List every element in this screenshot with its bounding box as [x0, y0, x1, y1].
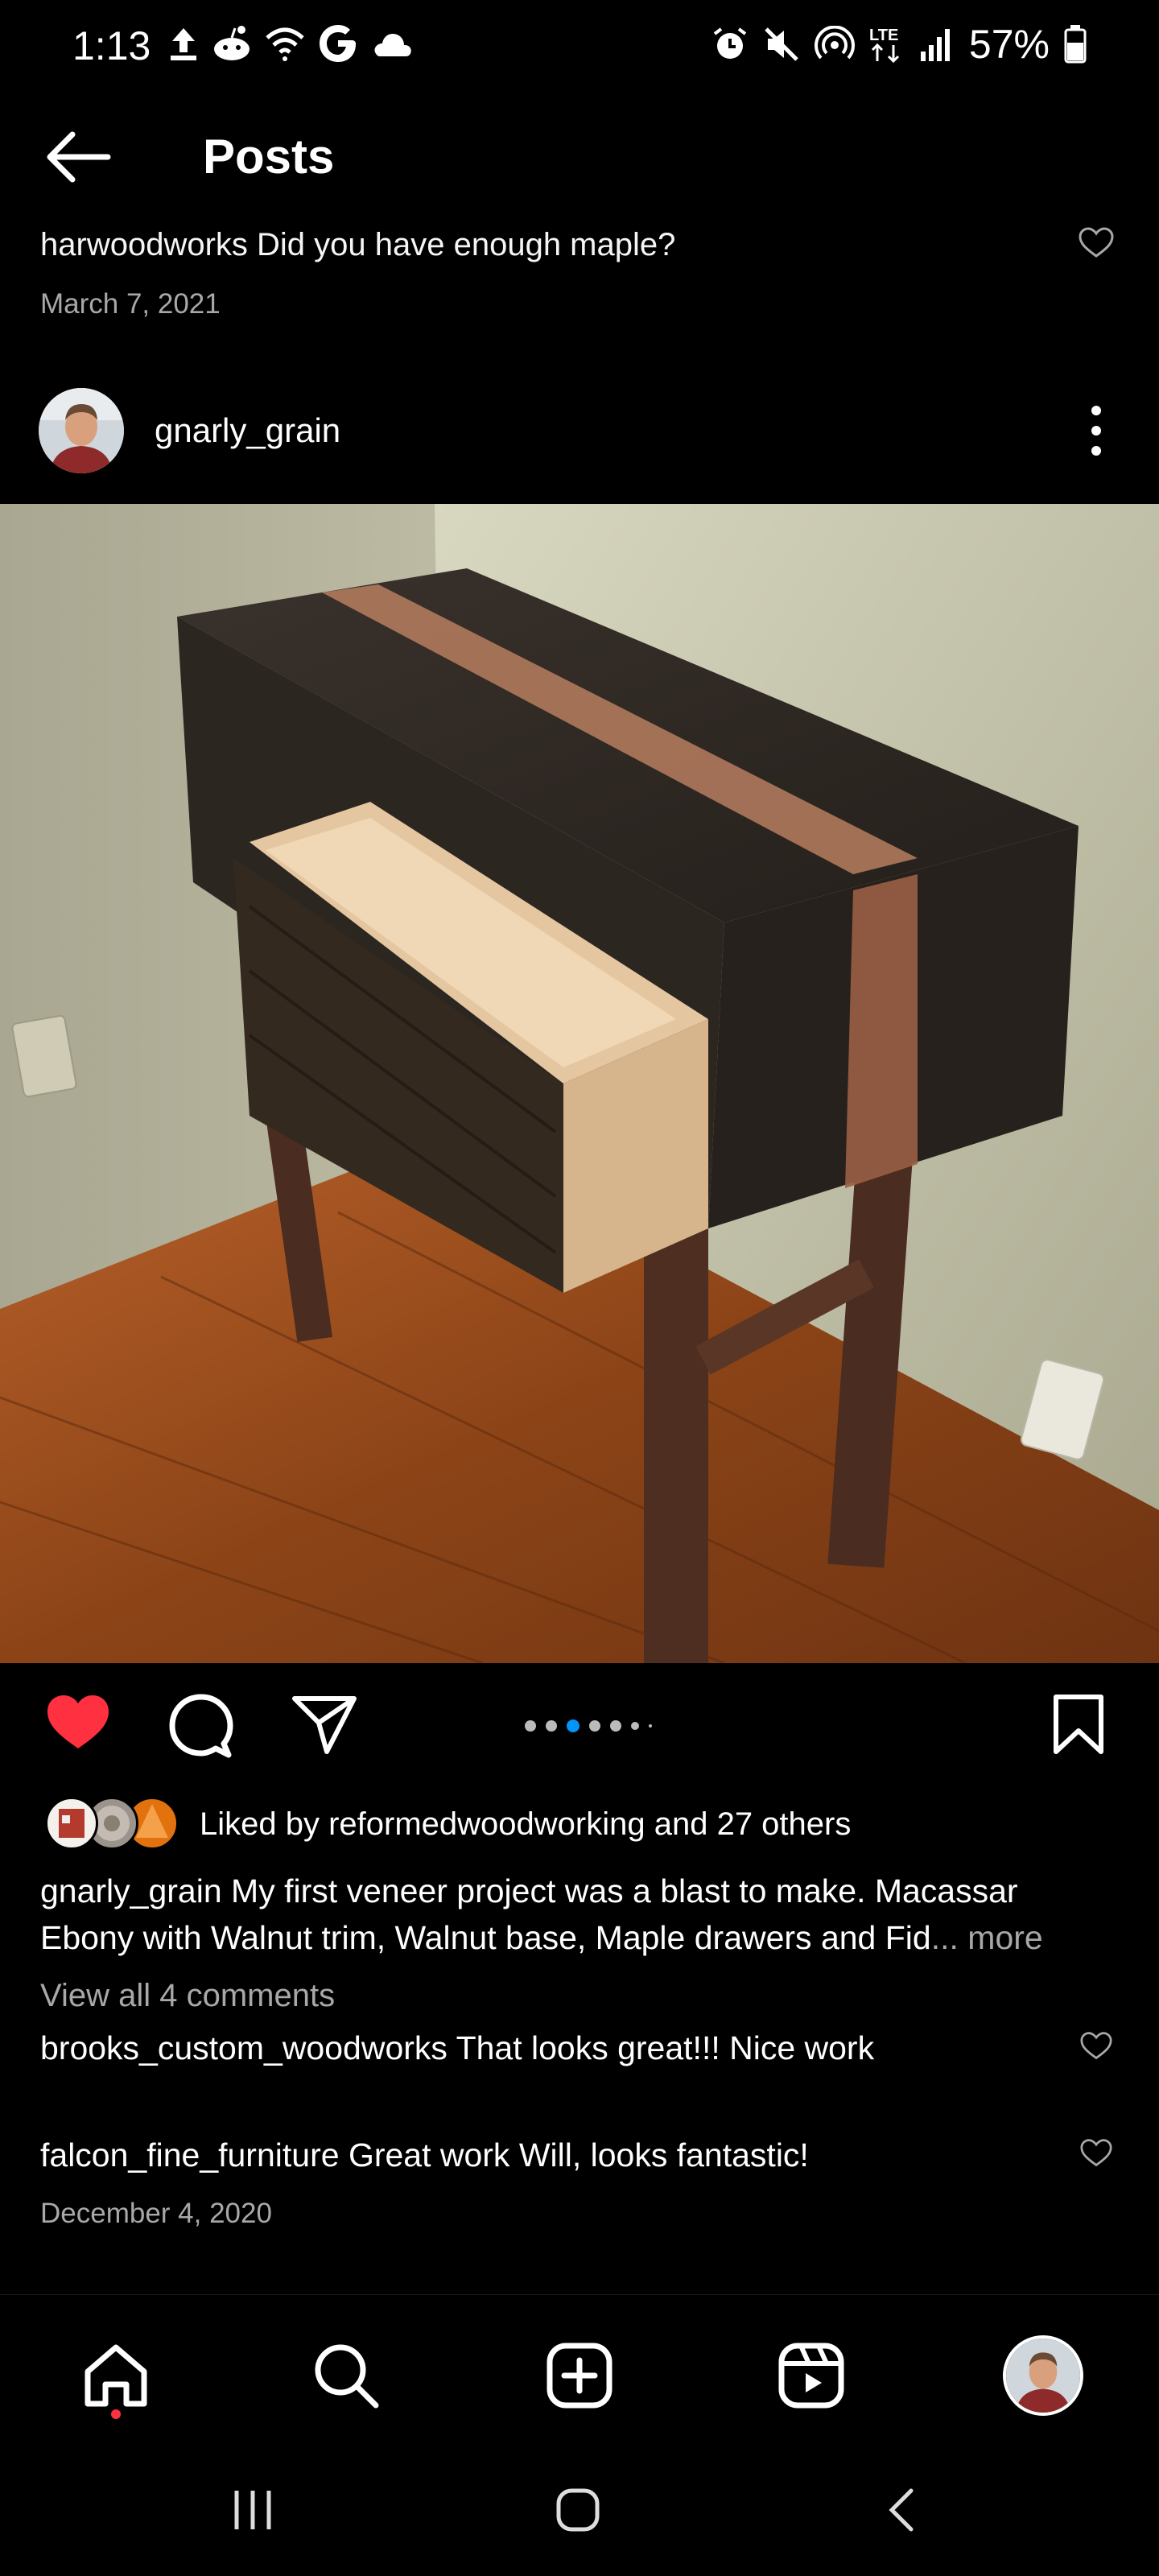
comment-bubble-icon: [169, 1694, 233, 1758]
table-photo: [0, 504, 1159, 1663]
caption-username[interactable]: gnarly_grain: [40, 1872, 222, 1909]
nav-search[interactable]: [306, 2335, 386, 2416]
nav-home[interactable]: [76, 2335, 156, 2416]
reddit-icon: [214, 26, 250, 60]
status-bar: 1:13 LTE 57%: [0, 0, 1159, 97]
search-icon: [315, 2344, 379, 2409]
heart-outline-icon: [1079, 227, 1114, 258]
battery-percent: 57%: [968, 22, 1050, 67]
post-options-button[interactable]: [1079, 402, 1114, 459]
comment-row: brooks_custom_woodworks That looks great…: [40, 2025, 1022, 2071]
mute-icon: [765, 27, 798, 61]
bottom-nav: [0, 2294, 1159, 2447]
comment-text: Great work Will, looks fantastic!: [348, 2136, 809, 2174]
cloud-icon: [374, 34, 411, 56]
liker-avatars[interactable]: [45, 1797, 182, 1853]
heart-outline-icon: [1080, 2139, 1112, 2167]
save-button[interactable]: [1050, 1692, 1107, 1757]
caption-more-link[interactable]: more: [967, 1919, 1042, 1956]
nav-profile[interactable]: [1003, 2335, 1083, 2416]
home-system-icon[interactable]: [554, 2486, 602, 2534]
post-username[interactable]: gnarly_grain: [155, 411, 340, 450]
more-vertical-icon: [1091, 406, 1101, 456]
nav-create[interactable]: [539, 2335, 620, 2416]
comment-username[interactable]: brooks_custom_woodworks: [40, 2029, 448, 2066]
comment-like-button[interactable]: [1079, 2137, 1114, 2169]
carousel-dot: [649, 1724, 652, 1728]
heart-filled-icon: [47, 1695, 109, 1748]
post-photo[interactable]: [0, 504, 1159, 1663]
send-icon: [292, 1696, 357, 1754]
nav-reels[interactable]: [771, 2335, 852, 2416]
svg-text:LTE: LTE: [869, 27, 898, 44]
battery-icon: [1064, 25, 1087, 64]
home-icon: [85, 2344, 147, 2407]
comment-username[interactable]: falcon_fine_furniture: [40, 2136, 340, 2174]
post-avatar[interactable]: [39, 388, 124, 473]
liker-avatar: [45, 1797, 98, 1850]
google-icon: [320, 25, 356, 62]
status-left-icons: [167, 23, 414, 64]
bookmark-icon: [1054, 1695, 1103, 1754]
create-icon: [547, 2343, 612, 2409]
carousel-dot: [610, 1720, 621, 1732]
caption-ellipsis: ...: [930, 1919, 959, 1956]
like-button[interactable]: [44, 1692, 112, 1753]
heart-outline-icon: [1080, 2032, 1112, 2060]
back-system-icon[interactable]: [879, 2486, 927, 2534]
carousel-dot: [589, 1720, 600, 1732]
avatar-image: [39, 388, 124, 473]
wifi-question-icon: [266, 27, 304, 61]
comment-row: falcon_fine_furniture Great work Will, l…: [40, 2132, 1022, 2178]
previous-post-date: March 7, 2021: [40, 288, 221, 320]
comment-button[interactable]: [167, 1692, 235, 1760]
previous-comment: harwoodworks Did you have enough maple?: [40, 227, 676, 262]
reels-icon: [778, 2343, 844, 2409]
carousel-dot: [525, 1720, 536, 1732]
status-right: LTE 57%: [711, 21, 1087, 68]
comment-text: That looks great!!! Nice work: [456, 2029, 875, 2066]
signal-icon: [920, 29, 950, 61]
status-time: 1:13: [72, 23, 151, 68]
alarm-icon: [713, 27, 747, 59]
carousel-indicator: [525, 1719, 652, 1732]
view-all-comments-link[interactable]: View all 4 comments: [40, 1978, 335, 2014]
carousel-dot: [631, 1722, 639, 1730]
share-button[interactable]: [291, 1694, 359, 1755]
carousel-dot: [546, 1720, 557, 1732]
likes-text[interactable]: Liked by reformedwoodworking and 27 othe…: [200, 1806, 851, 1843]
back-button[interactable]: [40, 125, 113, 189]
hotspot-icon: [814, 26, 855, 60]
system-nav-bar: [0, 2447, 1159, 2576]
post-caption: gnarly_grain My first veneer project was…: [40, 1868, 1119, 1961]
lte-icon: LTE: [869, 27, 899, 64]
back-arrow-icon: [47, 131, 111, 183]
previous-comment-like-button[interactable]: [1077, 225, 1116, 261]
post-date: December 4, 2020: [40, 2198, 272, 2229]
home-notification-dot: [111, 2409, 121, 2419]
carousel-dot-active: [567, 1719, 580, 1732]
page-title: Posts: [203, 130, 335, 184]
comment-like-button[interactable]: [1079, 2030, 1114, 2062]
profile-avatar: [1003, 2335, 1083, 2416]
recent-apps-icon[interactable]: [229, 2486, 277, 2534]
upload-icon: [171, 28, 196, 60]
